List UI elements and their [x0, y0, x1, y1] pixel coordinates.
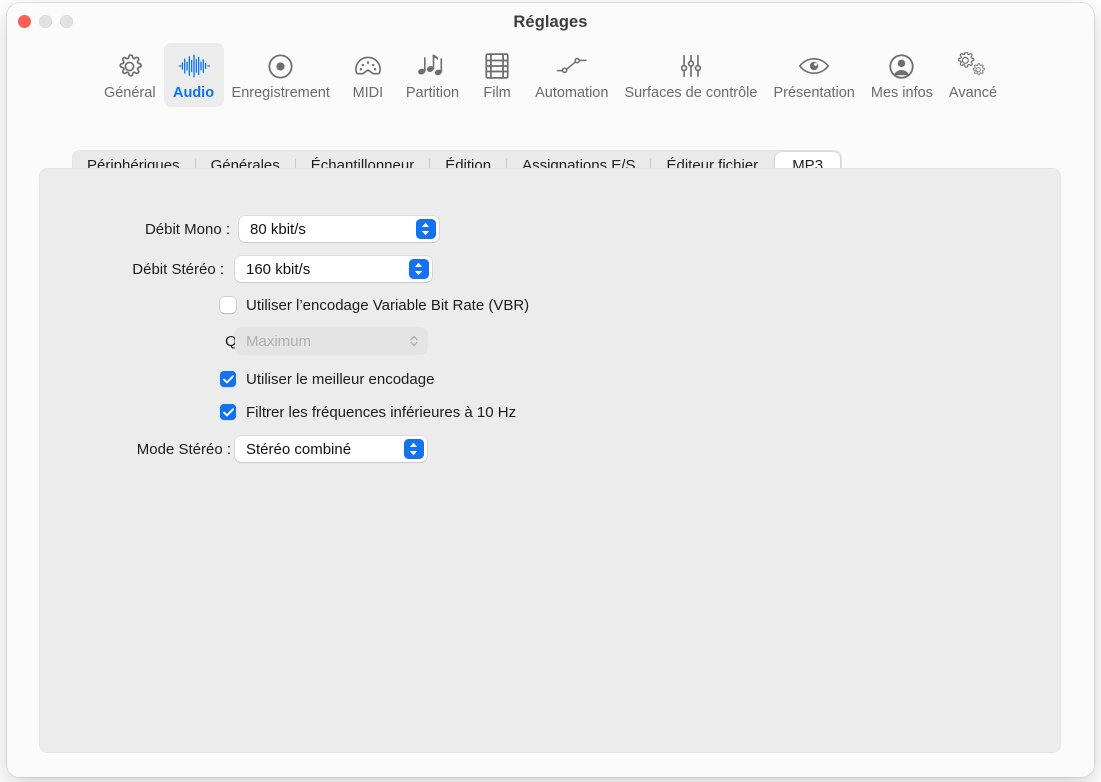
- screen: Réglages Général Audio Enregistrement MI…: [0, 0, 1101, 782]
- chevron-up-down-icon: [415, 219, 436, 239]
- toolbar-item-enregistrement[interactable]: Enregistrement: [224, 43, 338, 107]
- mono-bitrate-popup[interactable]: 80 kbit/s: [239, 216, 439, 242]
- stereo-bitrate-label: Débit Stéréo :: [132, 260, 224, 278]
- toolbar-item-label: Présentation: [773, 85, 855, 101]
- toolbar-item-label: MIDI: [352, 85, 384, 101]
- stereo-mode-value: Stéréo combiné: [246, 440, 352, 458]
- window-title: Réglages: [513, 13, 588, 31]
- stereo-bitrate-popup[interactable]: 160 kbit/s: [235, 256, 432, 282]
- row-vbr: Utiliser l’encodage Variable Bit Rate (V…: [220, 294, 529, 316]
- row-best-encoding: Utiliser le meilleur encodage: [220, 368, 434, 390]
- toolbar-item-automation[interactable]: Automation: [527, 43, 616, 107]
- toolbar-item-general[interactable]: Général: [96, 43, 164, 107]
- row-filter-frequencies: Filtrer les fréquences inférieures à 10 …: [220, 401, 516, 423]
- settings-window: Réglages Général Audio Enregistrement MI…: [7, 3, 1094, 777]
- toolbar-item-surfaces-de-controle[interactable]: Surfaces de contrôle: [616, 43, 765, 107]
- quality-value: Maximum: [246, 332, 312, 350]
- film-strip-icon: [484, 49, 510, 83]
- toolbar-item-presentation[interactable]: Présentation: [765, 43, 862, 107]
- toolbar-item-partition[interactable]: Partition: [398, 43, 467, 107]
- toolbar-item-label: Mes infos: [870, 85, 933, 101]
- preferences-toolbar: Général Audio Enregistrement MIDI Partit…: [7, 43, 1094, 115]
- mp3-settings-panel: Débit Mono : 80 kbit/s Débit Stéréo: 16…: [39, 168, 1061, 753]
- chevron-up-down-icon: [404, 331, 424, 351]
- chevron-up-down-icon: [403, 439, 424, 459]
- toolbar-item-label: Automation: [535, 85, 609, 101]
- midi-connector-icon: [354, 49, 382, 83]
- stereo-mode-label: Mode Stéréo :: [136, 440, 231, 458]
- automation-curve-icon: [556, 49, 588, 83]
- quality-popup[interactable]: Maximum: [235, 328, 427, 354]
- filter-frequencies-label: Filtrer les fréquences inférieures à 10 …: [246, 403, 517, 421]
- toolbar-item-label: Partition: [405, 85, 460, 101]
- record-circle-icon: [266, 49, 295, 83]
- best-encoding-label: Utiliser le meilleur encodage: [246, 370, 435, 388]
- toolbar-item-avance[interactable]: Avancé: [941, 43, 1005, 107]
- toolbar-item-label: Avancé: [948, 85, 998, 101]
- toolbar-item-mes-infos[interactable]: Mes infos: [863, 43, 941, 107]
- settings-body: Périphériques Générales Échantillonneur …: [7, 116, 1094, 777]
- waveform-icon: [177, 49, 211, 83]
- toolbar-item-film[interactable]: Film: [467, 43, 527, 107]
- row-stereo-mode: Mode Stéréo : Stéréo combiné: [39, 436, 1061, 462]
- filter-frequencies-checkbox[interactable]: [220, 404, 236, 420]
- stereo-mode-popup[interactable]: Stéréo combiné: [235, 436, 427, 462]
- chevron-up-down-icon: [408, 259, 429, 279]
- vbr-checkbox[interactable]: [220, 297, 236, 313]
- toolbar-item-label: Audio: [173, 85, 215, 101]
- mono-bitrate-label: Débit Mono :: [144, 220, 230, 238]
- mono-bitrate-value: 80 kbit/s: [250, 220, 306, 238]
- toolbar-item-label: Enregistrement: [231, 85, 330, 101]
- vbr-label: Utiliser l’encodage Variable Bit Rate (V…: [246, 296, 530, 314]
- title-bar: Réglages Général Audio Enregistrement MI…: [7, 3, 1094, 117]
- row-quality: Qualité : Maximum: [39, 328, 1061, 354]
- row-mono-bitrate: Débit Mono : 80 kbit/s: [39, 216, 1061, 242]
- sliders-icon: [678, 49, 704, 83]
- toolbar-item-audio[interactable]: Audio: [163, 43, 224, 107]
- music-notes-icon: [417, 49, 447, 83]
- gear-icon: [116, 49, 143, 83]
- row-stereo-bitrate: Débit Stéréo : 160 kbit/s: [39, 256, 1061, 282]
- eye-icon: [798, 49, 830, 83]
- stereo-bitrate-value: 160 kbit/s: [246, 260, 311, 278]
- toolbar-item-label: Général: [103, 85, 156, 101]
- double-gear-icon: [957, 49, 989, 83]
- toolbar-item-label: Surfaces de contrôle: [624, 85, 758, 101]
- toolbar-item-midi[interactable]: MIDI: [338, 43, 398, 107]
- best-encoding-checkbox[interactable]: [220, 371, 236, 387]
- toolbar-item-label: Film: [483, 85, 511, 101]
- person-circle-icon: [887, 49, 916, 83]
